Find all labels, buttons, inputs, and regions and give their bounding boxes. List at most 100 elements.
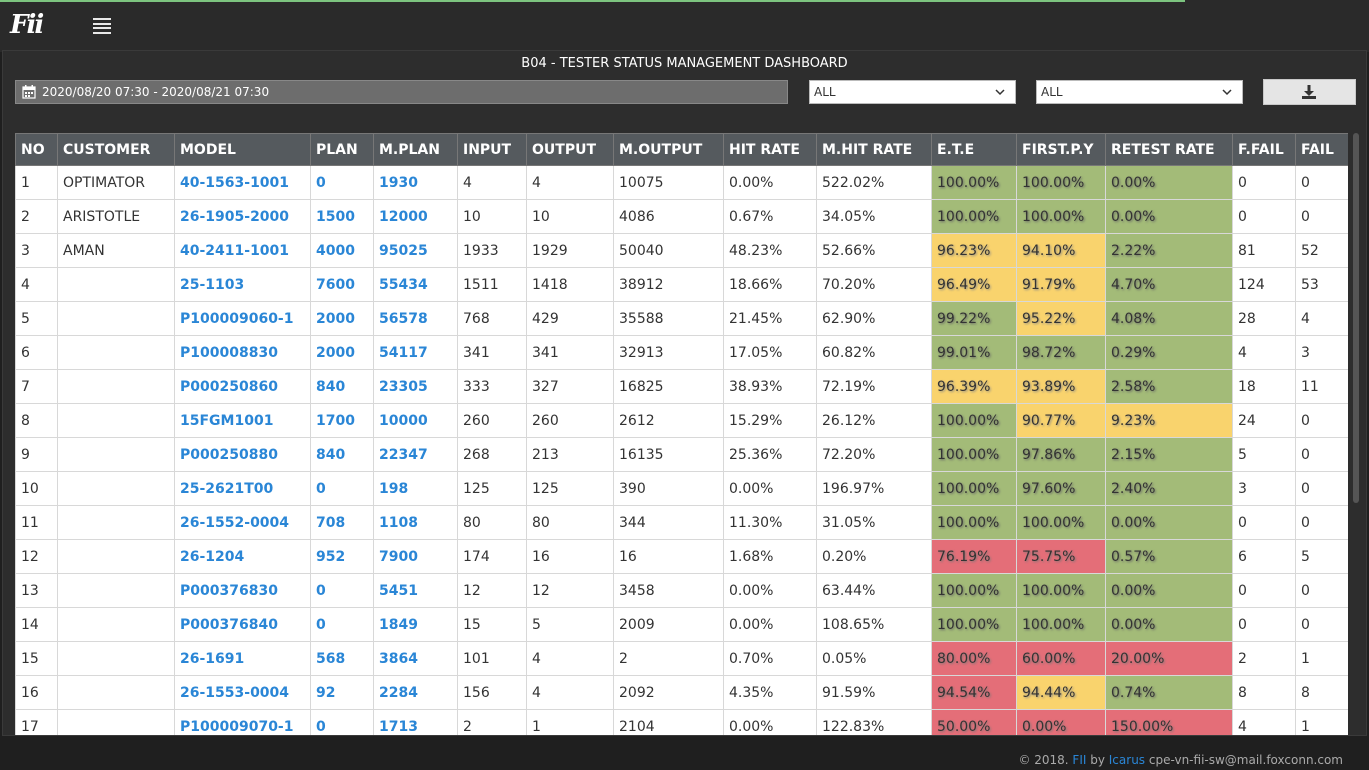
filter-select-1[interactable]: ALL (809, 80, 1016, 104)
table-link-cell[interactable]: 952 (310, 539, 374, 574)
table-link-cell[interactable]: 1930 (373, 165, 458, 200)
table-cell: 53 (1295, 267, 1348, 302)
table-cell: 50.00% (931, 709, 1017, 735)
table-link-cell[interactable]: 1500 (310, 199, 374, 234)
table-link-cell[interactable]: 1108 (373, 505, 458, 540)
table-cell: 32913 (613, 335, 724, 370)
table-link-cell[interactable]: 1849 (373, 607, 458, 642)
table-link-cell[interactable]: P100009060-1 (174, 301, 311, 336)
table-cell: 5 (15, 301, 58, 336)
table-cell: 0 (1295, 403, 1348, 438)
table-cell: 2 (15, 199, 58, 234)
scrollbar-thumb[interactable] (1353, 133, 1359, 503)
table-link-cell[interactable]: 7600 (310, 267, 374, 302)
table-link-cell[interactable]: P000376840 (174, 607, 311, 642)
table-link-cell[interactable]: 198 (373, 471, 458, 506)
table-cell: 124 (1232, 267, 1296, 302)
table-link-cell[interactable]: 0 (310, 709, 374, 735)
table-cell (57, 573, 175, 608)
tester-status-table: NO CUSTOMER MODEL PLAN M.PLAN INPUT OUTPUT M.OU… (15, 133, 1348, 735)
table-cell: 15 (457, 607, 527, 642)
column-header: FAIL (1295, 133, 1348, 166)
footer-author-link[interactable]: Icarus (1109, 753, 1145, 767)
table-cell: 96.49% (931, 267, 1017, 302)
table-link-cell[interactable]: 2000 (310, 335, 374, 370)
fii-logo: Fii (10, 10, 44, 40)
table-cell: AMAN (57, 233, 175, 268)
table-link-cell[interactable]: 26-1553-0004 (174, 675, 311, 710)
table-link-cell[interactable]: 4000 (310, 233, 374, 268)
table-link-cell[interactable]: 40-1563-1001 (174, 165, 311, 200)
table-cell (57, 437, 175, 472)
table-link-cell[interactable]: 0 (310, 471, 374, 506)
table-link-cell[interactable]: 1713 (373, 709, 458, 735)
table-cell: 50040 (613, 233, 724, 268)
table-link-cell[interactable]: 26-1552-0004 (174, 505, 311, 540)
table-link-cell[interactable]: P100009070-1 (174, 709, 311, 735)
table-cell: 6 (15, 335, 58, 370)
table-link-cell[interactable]: 2284 (373, 675, 458, 710)
table-link-cell[interactable]: 568 (310, 641, 374, 676)
table-link-cell[interactable]: 7900 (373, 539, 458, 574)
table-link-cell[interactable]: 22347 (373, 437, 458, 472)
table-cell: 2.15% (1105, 437, 1233, 472)
date-range-picker[interactable]: 2020/08/20 07:30 - 2020/08/21 07:30 (15, 80, 788, 104)
table-link-cell[interactable]: 15FGM1001 (174, 403, 311, 438)
table-link-cell[interactable]: 23305 (373, 369, 458, 404)
table-link-cell[interactable]: 26-1691 (174, 641, 311, 676)
table-cell: 429 (526, 301, 614, 336)
table-link-cell[interactable]: 56578 (373, 301, 458, 336)
table-link-cell[interactable]: 54117 (373, 335, 458, 370)
table-link-cell[interactable]: 40-2411-1001 (174, 233, 311, 268)
table-link-cell[interactable]: 708 (310, 505, 374, 540)
table-row: 17 P100009070-1 0 1713 2 1 2104 0.00% 122.83% 50.… (15, 709, 1348, 735)
table-scrollbar[interactable] (1352, 133, 1360, 735)
table-link-cell[interactable]: 840 (310, 369, 374, 404)
table-link-cell[interactable]: 26-1204 (174, 539, 311, 574)
table-cell: 0.00% (1105, 607, 1233, 642)
table-row: 13 P000376830 0 5451 12 12 3458 0.00% 63.44% 100.… (15, 573, 1348, 608)
table-link-cell[interactable]: 0 (310, 573, 374, 608)
filter-select-2[interactable]: ALL (1036, 80, 1243, 104)
table-cell: 390 (613, 471, 724, 506)
table-cell: 150.00% (1105, 709, 1233, 735)
table-cell: 17 (15, 709, 58, 735)
table-row: 1 OPTIMATOR 40-1563-1001 0 1930 4 4 10075 0.00% 5… (15, 165, 1348, 200)
table-link-cell[interactable]: P000250860 (174, 369, 311, 404)
table-cell: 0 (1295, 607, 1348, 642)
footer-brand-link[interactable]: FII (1072, 753, 1086, 767)
table-link-cell[interactable]: P000250880 (174, 437, 311, 472)
table-cell: 100.00% (931, 505, 1017, 540)
table-cell: 94.44% (1016, 675, 1106, 710)
table-link-cell[interactable]: 1700 (310, 403, 374, 438)
table-link-cell[interactable]: 2000 (310, 301, 374, 336)
table-link-cell[interactable]: 92 (310, 675, 374, 710)
download-button[interactable] (1263, 79, 1356, 105)
table-cell: 12 (526, 573, 614, 608)
table-link-cell[interactable]: 12000 (373, 199, 458, 234)
menu-icon[interactable] (92, 16, 112, 36)
table-link-cell[interactable]: 5451 (373, 573, 458, 608)
table-link-cell[interactable]: 3864 (373, 641, 458, 676)
footer: © 2018. FII by Icarus cpe-vn-fii-sw@mail… (0, 750, 1343, 770)
table-link-cell[interactable]: 26-1905-2000 (174, 199, 311, 234)
column-header: OUTPUT (526, 133, 614, 166)
table-link-cell[interactable]: 25-1103 (174, 267, 311, 302)
table-link-cell[interactable]: 25-2621T00 (174, 471, 311, 506)
table-cell: 0.00% (1105, 199, 1233, 234)
column-header: INPUT (457, 133, 527, 166)
table-cell: 94.10% (1016, 233, 1106, 268)
table-link-cell[interactable]: 95025 (373, 233, 458, 268)
table-link-cell[interactable]: 10000 (373, 403, 458, 438)
column-header: MODEL (174, 133, 311, 166)
table-link-cell[interactable]: P100008830 (174, 335, 311, 370)
table-link-cell[interactable]: 0 (310, 607, 374, 642)
table-cell: 100.00% (1016, 199, 1106, 234)
table-link-cell[interactable]: 840 (310, 437, 374, 472)
table-cell (57, 675, 175, 710)
table-cell: 11 (15, 505, 58, 540)
table-link-cell[interactable]: 55434 (373, 267, 458, 302)
table-cell: 2092 (613, 675, 724, 710)
table-link-cell[interactable]: 0 (310, 165, 374, 200)
table-link-cell[interactable]: P000376830 (174, 573, 311, 608)
